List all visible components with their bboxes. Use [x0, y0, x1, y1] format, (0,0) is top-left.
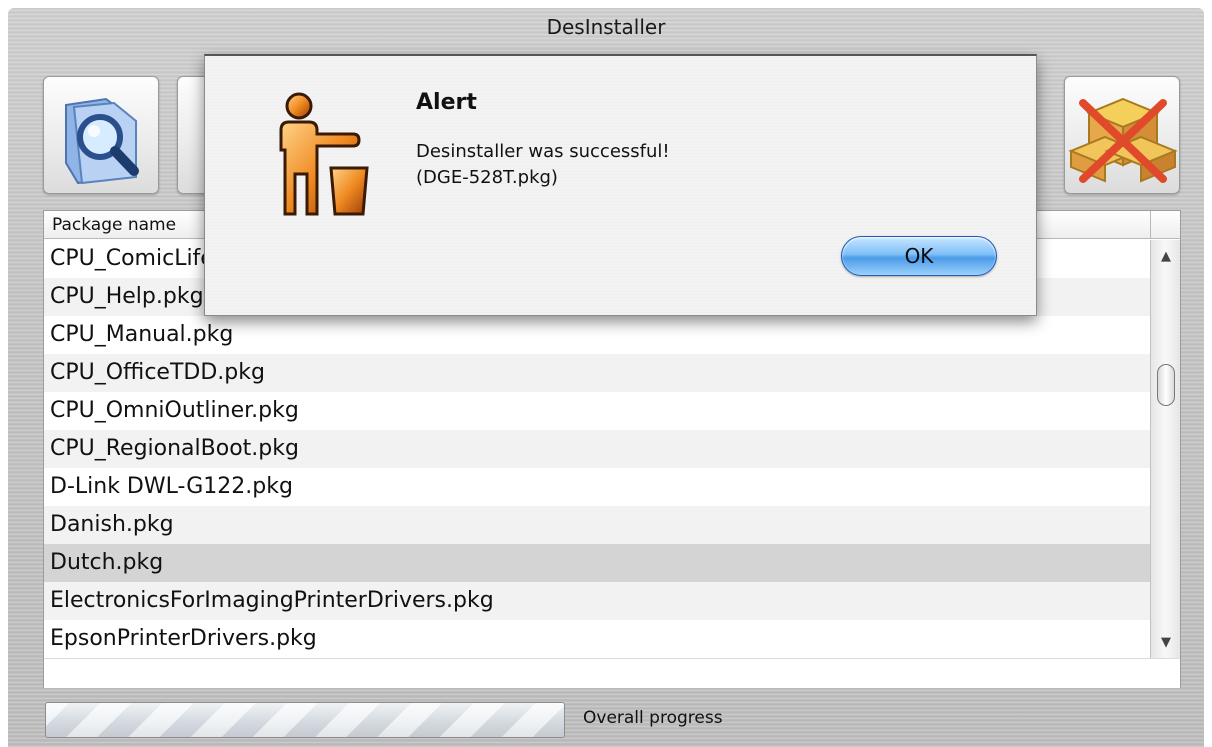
scroll-thumb[interactable]	[1157, 364, 1175, 406]
table-row[interactable]: ElectronicsForImagingPrinterDrivers.pkg	[44, 582, 1150, 620]
header-corner	[1150, 211, 1180, 239]
alert-dialog: Alert Desinstaller was successful! (DGE-…	[204, 54, 1037, 316]
table-row[interactable]: D-Link DWL-G122.pkg	[44, 468, 1150, 506]
table-row[interactable]: CPU_RegionalBoot.pkg	[44, 430, 1150, 468]
alert-message: Desinstaller was successful! (DGE-528T.p…	[416, 139, 670, 191]
search-packages-button[interactable]	[43, 76, 159, 194]
progress-label: Overall progress	[583, 708, 723, 728]
window-title: DesInstaller	[546, 15, 666, 39]
alert-message-package: (DGE-528T.pkg)	[416, 167, 558, 188]
overall-progress-bar	[45, 702, 565, 738]
magnifier-on-folder-icon	[65, 97, 139, 185]
table-row[interactable]: CPU_OfficeTDD.pkg	[44, 354, 1150, 392]
scroll-down-arrow-icon[interactable]: ▼	[1151, 632, 1181, 654]
main-window: DesInstaller Package name CPU_ComicLife.…	[8, 8, 1204, 747]
trash-person-icon	[279, 92, 369, 216]
table-row[interactable]: Danish.pkg	[44, 506, 1150, 544]
delete-package-button[interactable]	[1064, 76, 1180, 194]
table-footer	[44, 658, 1180, 688]
ok-button[interactable]: OK	[841, 236, 997, 276]
alert-title: Alert	[416, 90, 477, 115]
table-row-selected[interactable]: Dutch.pkg	[44, 544, 1150, 582]
table-row[interactable]: EpsonPrinterDrivers.pkg	[44, 620, 1150, 658]
alert-message-line: Desinstaller was successful!	[416, 141, 670, 162]
scroll-up-arrow-icon[interactable]: ▲	[1151, 246, 1181, 268]
crossed-out-packages-icon	[1068, 97, 1178, 183]
table-row[interactable]: CPU_Manual.pkg	[44, 316, 1150, 354]
table-row[interactable]: CPU_OmniOutliner.pkg	[44, 392, 1150, 430]
vertical-scrollbar[interactable]: ▲ ▼	[1150, 240, 1180, 658]
